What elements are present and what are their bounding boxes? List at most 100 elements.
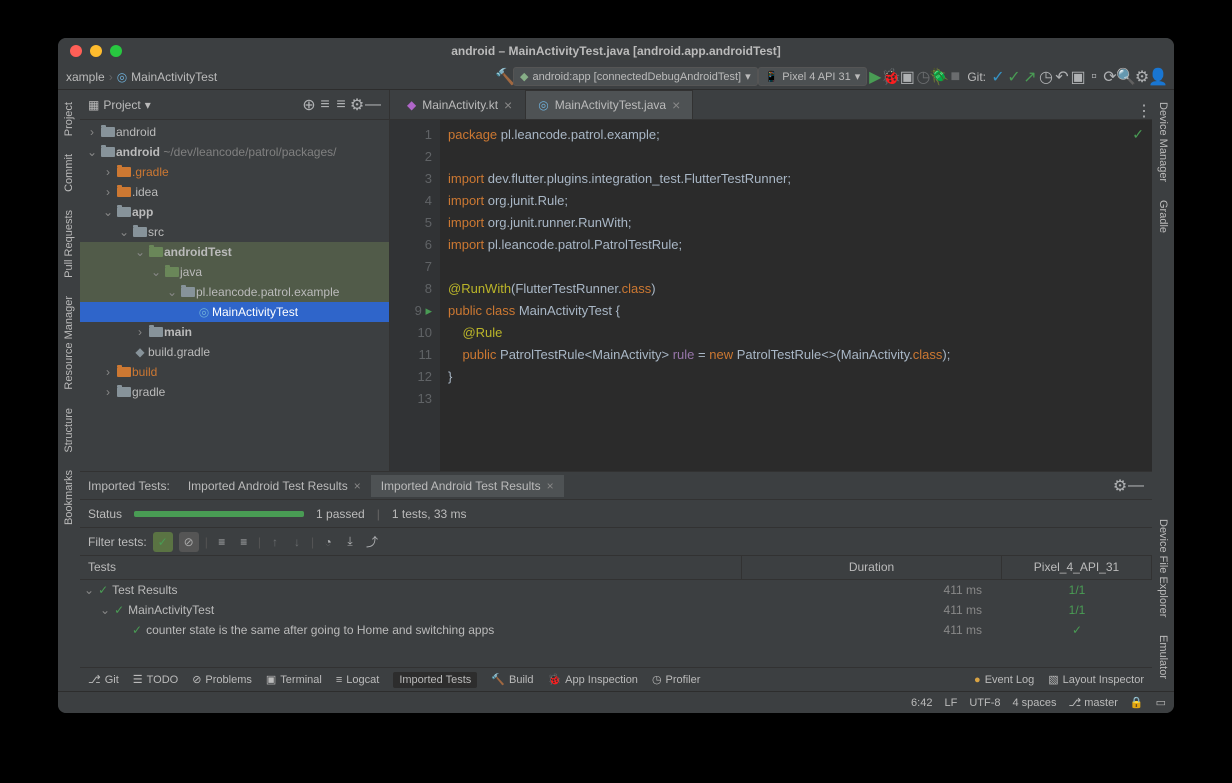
tree-node[interactable]: ⌄pl.leancode.patrol.example (80, 282, 389, 302)
tree-node[interactable]: ⌄java (80, 262, 389, 282)
hide-icon[interactable]: — (365, 97, 381, 113)
tree-node[interactable]: ◆build.gradle (80, 342, 389, 362)
filter-ignored-button[interactable]: ⊘ (179, 532, 199, 552)
tool-imported-tests[interactable]: Imported Tests (393, 672, 477, 688)
git-label: Git: (967, 70, 986, 84)
export-icon[interactable]: ⤴ (364, 534, 380, 550)
search-icon[interactable]: 🔍 (1118, 69, 1134, 85)
editor-tab-active[interactable]: ◎MainActivityTest.java× (525, 90, 693, 119)
tool-profiler[interactable]: ◷Profiler (652, 673, 700, 686)
tool-bookmarks[interactable]: Bookmarks (61, 466, 77, 529)
tool-app-inspection[interactable]: 🐞App Inspection (547, 673, 637, 686)
tool-git[interactable]: ⎇Git (88, 673, 119, 686)
indent[interactable]: 4 spaces (1012, 697, 1056, 709)
editor-tab[interactable]: ◆MainActivity.kt× (394, 90, 525, 119)
tool-build[interactable]: 🔨Build (491, 673, 533, 686)
avatar-icon[interactable]: 👤 (1150, 69, 1166, 85)
encoding[interactable]: UTF-8 (969, 697, 1000, 709)
close-icon[interactable]: × (354, 479, 361, 493)
test-row[interactable]: ⌄✓MainActivityTest 411 ms 1/1 (80, 600, 1152, 620)
tool-todo[interactable]: ☰TODO (133, 673, 178, 686)
undo-icon[interactable]: ↶ (1054, 69, 1070, 85)
breadcrumb-seg[interactable]: xample (66, 70, 105, 84)
tree-node[interactable]: ⌄app (80, 202, 389, 222)
run-configuration-dropdown[interactable]: ◆ android:app [connectedDebugAndroidTest… (513, 67, 758, 86)
sdk-icon[interactable]: ▫ (1086, 69, 1102, 85)
tree-node-selected[interactable]: ◎MainActivityTest (80, 302, 389, 322)
expand-icon[interactable]: ≡ (214, 534, 230, 550)
tool-resource-manager[interactable]: Resource Manager (61, 292, 77, 394)
tool-structure[interactable]: Structure (61, 404, 77, 457)
test-tab-active[interactable]: Imported Android Test Results× (371, 475, 564, 497)
tool-event-log[interactable]: ●Event Log (974, 674, 1034, 686)
expand-all-icon[interactable]: ≡ (317, 97, 333, 113)
gear-icon[interactable]: ⚙ (1112, 478, 1128, 494)
locate-icon[interactable]: ⊕ (301, 97, 317, 113)
git-history-icon[interactable]: ◷ (1038, 69, 1054, 85)
code-text[interactable]: package pl.leancode.patrol.example; impo… (440, 120, 1152, 471)
git-branch[interactable]: ⎇ master (1069, 696, 1118, 709)
check-icon: ✓ (132, 623, 142, 637)
tool-layout-inspector[interactable]: ▧Layout Inspector (1048, 673, 1144, 686)
tree-node[interactable]: ›main (80, 322, 389, 342)
tool-device-manager[interactable]: Device Manager (1155, 98, 1171, 186)
line-separator[interactable]: LF (944, 697, 957, 709)
tree-node[interactable]: ›build (80, 362, 389, 382)
git-pull-icon[interactable]: ✓ (990, 69, 1006, 85)
import-icon[interactable]: ⤓ (342, 534, 358, 550)
hammer-icon[interactable]: 🔨 (497, 69, 513, 85)
history-icon[interactable]: ◔ (320, 534, 336, 550)
inspection-ok-icon[interactable]: ✓ (1132, 126, 1144, 143)
collapse-icon[interactable]: ≡ (236, 534, 252, 550)
git-push-icon[interactable]: ↗ (1022, 69, 1038, 85)
close-icon[interactable]: × (672, 97, 680, 113)
stop-icon[interactable]: ■ (947, 69, 963, 85)
filter-label: Filter tests: (88, 535, 147, 549)
memory-indicator[interactable]: ▭ (1156, 696, 1166, 709)
tree-node[interactable]: ⌄androidTest (80, 242, 389, 262)
tree-node[interactable]: ›gradle (80, 382, 389, 402)
more-icon[interactable]: ⋮ (1136, 103, 1152, 119)
tool-project[interactable]: Project (61, 98, 77, 140)
prev-failed-icon[interactable]: ↑ (267, 534, 283, 550)
profile-icon[interactable]: ◷ (915, 69, 931, 85)
debug-icon[interactable]: 🐞 (883, 69, 899, 85)
close-icon[interactable]: × (504, 97, 512, 113)
attach-debugger-icon[interactable]: 🪲 (931, 69, 947, 85)
tool-gradle[interactable]: Gradle (1155, 196, 1171, 237)
breadcrumb[interactable]: xample › ◎ MainActivityTest (66, 70, 217, 84)
breadcrumb-seg[interactable]: MainActivityTest (131, 70, 217, 84)
test-row[interactable]: ⌄✓Test Results 411 ms 1/1 (80, 580, 1152, 600)
project-tree[interactable]: ›android ⌄android ~/dev/leancode/patrol/… (80, 120, 389, 471)
git-commit-icon[interactable]: ✓ (1006, 69, 1022, 85)
code-area[interactable]: ✓ 123456789 ▸10111213 package pl.leancod… (390, 120, 1152, 471)
caret-position[interactable]: 6:42 (911, 697, 932, 709)
run-gutter-icon[interactable]: ▸ (425, 303, 432, 318)
tool-problems[interactable]: ⊘Problems (192, 673, 252, 686)
tool-terminal[interactable]: ▣Terminal (266, 673, 322, 686)
device-dropdown[interactable]: 📱 Pixel 4 API 31 ▾ (758, 67, 868, 86)
test-row[interactable]: ✓counter state is the same after going t… (80, 620, 1152, 640)
tool-commit[interactable]: Commit (61, 150, 77, 196)
avd-icon[interactable]: ▣ (1070, 69, 1086, 85)
close-icon[interactable]: × (547, 479, 554, 493)
tool-logcat[interactable]: ≡Logcat (336, 674, 379, 686)
next-failed-icon[interactable]: ↓ (289, 534, 305, 550)
filter-passed-button[interactable]: ✓ (153, 532, 173, 552)
hide-icon[interactable]: — (1128, 478, 1144, 494)
tool-pull-requests[interactable]: Pull Requests (61, 206, 77, 282)
tree-node[interactable]: ›.idea (80, 182, 389, 202)
col-device: Pixel_4_API_31 (1002, 556, 1152, 579)
tree-node[interactable]: ⌄src (80, 222, 389, 242)
tree-node[interactable]: ⌄android ~/dev/leancode/patrol/packages/ (80, 142, 389, 162)
tree-node[interactable]: ›android (80, 122, 389, 142)
gear-icon[interactable]: ⚙ (349, 97, 365, 113)
tool-device-file-explorer[interactable]: Device File Explorer (1155, 515, 1171, 621)
collapse-all-icon[interactable]: ≡ (333, 97, 349, 113)
tool-emulator[interactable]: Emulator (1155, 631, 1171, 683)
tree-node[interactable]: ›.gradle (80, 162, 389, 182)
project-view-dropdown[interactable]: ▦ Project ▾ (88, 98, 151, 112)
lock-icon[interactable]: 🔒 (1130, 696, 1144, 709)
coverage-icon[interactable]: ▣ (899, 69, 915, 85)
test-tab[interactable]: Imported Android Test Results× (178, 475, 371, 497)
